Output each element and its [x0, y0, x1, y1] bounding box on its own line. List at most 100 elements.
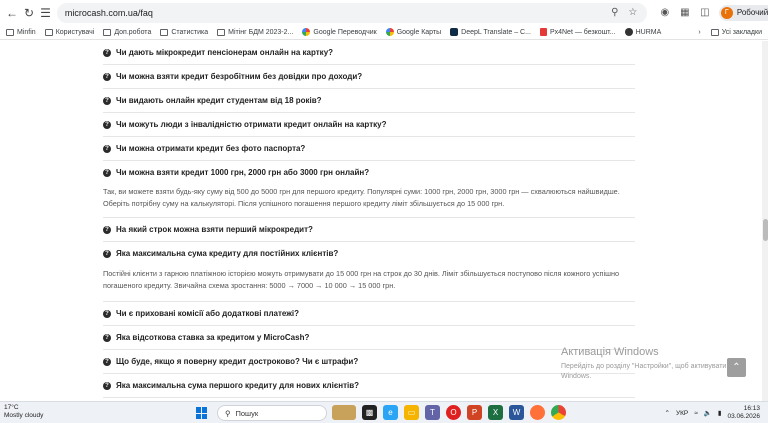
bookmark-item[interactable]: Google Переводчик	[302, 28, 377, 36]
widget-icon[interactable]	[332, 405, 356, 420]
browser-toolbar: ← ↻ ☰ microcash.com.ua/faq ⚲ ☆ ◉ ▦ ◫ Г Р…	[0, 0, 768, 25]
chevron-up-icon[interactable]: ⌃	[664, 409, 669, 417]
windows-activation-watermark: Активація Windows Перейдіть до розділу "…	[561, 346, 731, 382]
bookmark-item[interactable]: Google Карты	[385, 28, 441, 36]
language-indicator[interactable]: УКР	[676, 410, 688, 417]
chevron-up-icon: ⌃	[732, 362, 741, 373]
bookmark-label: DeepL Translate – С...	[461, 28, 531, 36]
address-bar[interactable]: microcash.com.ua/faq ⚲ ☆	[56, 2, 647, 23]
faq-question-text: Чи є приховані комісії або додаткові пла…	[116, 309, 300, 318]
wifi-icon[interactable]: ≈	[694, 410, 698, 417]
faq-item: ? Чи видають онлайн кредит студентам від …	[103, 89, 635, 113]
weather-widget[interactable]: 17°C Mostly cloudy	[4, 404, 43, 420]
bookmark-item[interactable]: Доп.робота	[103, 28, 151, 36]
faq-item: ? Чи можуть люди з інвалідністю отримати …	[103, 113, 635, 137]
chrome-icon[interactable]	[551, 405, 566, 420]
hurma-icon	[624, 28, 633, 36]
bookmark-label: Google Переводчик	[313, 28, 377, 36]
faq-question[interactable]: ? Чи можна взяти кредит 1000 грн, 2000 гр…	[103, 161, 635, 184]
faq-item: ? Яка відсоткова ставка за кредитом у Mic…	[103, 326, 635, 350]
deepl-icon	[450, 28, 459, 36]
profile-label: Робочий	[736, 8, 768, 17]
bookmark-item[interactable]: Мітінг БДМ 2023-2...	[217, 28, 294, 36]
volume-icon[interactable]: 🔈	[704, 409, 712, 417]
watermark-title: Активація Windows	[561, 346, 659, 358]
camera-icon[interactable]: ◉	[659, 7, 671, 19]
folder-icon	[44, 28, 53, 36]
question-icon: ?	[103, 381, 111, 390]
all-bookmarks-button[interactable]: Усі закладки	[710, 28, 762, 36]
bookmark-label: Мітінг БДМ 2023-2...	[228, 28, 294, 36]
faq-question[interactable]: ? Яка відсоткова ставка за кредитом у Mic…	[103, 326, 635, 349]
faq-list: ? Чи дають мікрокредит пенсіонерам онлайн…	[103, 41, 635, 401]
faq-item: ? Чи можна взяти кредит 1000 грн, 2000 гр…	[103, 161, 635, 218]
bookmark-item[interactable]: Статистика	[160, 28, 208, 36]
faq-question-text: Чи видають онлайн кредит студентам від 1…	[116, 96, 322, 105]
profile-button[interactable]: Г Робочий	[718, 4, 768, 21]
clock-date: 03.06.2026	[727, 413, 760, 420]
site-settings-icon[interactable]: ☰	[40, 5, 51, 21]
doc-icon	[160, 28, 169, 36]
faq-question[interactable]: ? Чи дають мікрокредит пенсіонерам онлайн…	[103, 41, 635, 64]
question-icon: ?	[103, 357, 111, 366]
firefox-icon[interactable]	[530, 405, 545, 420]
bookmark-item[interactable]: Px4Net — безкошт...	[539, 28, 616, 36]
bookmark-item[interactable]: HURMA	[624, 28, 661, 36]
task-view-icon[interactable]: ▩	[362, 405, 377, 420]
faq-question[interactable]: ? Чи можна отримати кредит без фото паспо…	[103, 137, 635, 160]
faq-item: ? Яка максимальна сума першого кредиту дл…	[103, 374, 635, 398]
bookmark-item[interactable]: Minfin	[6, 28, 36, 36]
scrollbar[interactable]	[762, 41, 768, 401]
windows-start-icon[interactable]	[196, 407, 208, 419]
extensions-icon[interactable]: ▦	[679, 7, 691, 19]
word-icon[interactable]: W	[509, 405, 524, 420]
question-icon: ?	[103, 249, 111, 258]
weather-temp: 17°C	[4, 404, 19, 411]
teams-icon[interactable]: T	[425, 405, 440, 420]
clock-time: 16:13	[743, 405, 760, 412]
powerpoint-icon[interactable]: P	[467, 405, 482, 420]
bookmark-item[interactable]: DeepL Translate – С...	[450, 28, 531, 36]
bookmark-item[interactable]: Користувачі	[44, 28, 94, 36]
faq-question-text: Чи можна отримати кредит без фото паспор…	[116, 144, 306, 153]
back-icon[interactable]: ←	[6, 5, 18, 21]
folder-icon	[710, 28, 719, 36]
search-label: Пошук	[235, 408, 259, 418]
star-icon[interactable]: ☆	[627, 7, 639, 19]
faq-question[interactable]: ? Чи можна взяти кредит безробітним без д…	[103, 65, 635, 88]
faq-question[interactable]: ? Яка максимальна сума кредиту для постій…	[103, 242, 635, 265]
chevron-right-icon[interactable]: ›	[698, 29, 700, 36]
battery-icon[interactable]: ▮	[718, 409, 722, 417]
faq-question[interactable]: ? Яка максимальна сума першого кредиту дл…	[103, 374, 635, 397]
faq-question-text: Яка відсоткова ставка за кредитом у Micr…	[116, 333, 310, 342]
faq-question-text: Яка максимальна сума кредиту для постійн…	[116, 249, 339, 258]
bookmark-label: Px4Net — безкошт...	[549, 28, 616, 36]
excel-icon[interactable]: X	[488, 405, 503, 420]
weather-desc: Mostly cloudy	[4, 412, 44, 419]
sidepanel-icon[interactable]: ◫	[699, 7, 711, 19]
acrobat-icon	[539, 28, 547, 36]
faq-item: ? Чи можна взяти кредит безробітним без д…	[103, 65, 635, 89]
url-text[interactable]: microcash.com.ua/faq	[65, 8, 603, 18]
faq-question[interactable]: ? На який строк можна взяти перший мікрок…	[103, 218, 635, 241]
faq-question[interactable]: ? Що буде, якщо я поверну кредит достроко…	[103, 350, 635, 373]
taskbar-search[interactable]: ⚲ Пошук	[217, 405, 327, 421]
clock[interactable]: 16:13 03.06.2026	[727, 405, 760, 421]
question-icon: ?	[103, 120, 111, 129]
faq-question[interactable]: ? Чи видають онлайн кредит студентам від …	[103, 89, 635, 112]
file-explorer-icon[interactable]: ▭	[404, 405, 419, 420]
question-icon: ?	[103, 48, 111, 57]
search-icon[interactable]: ⚲	[609, 7, 621, 19]
edge-icon[interactable]: e	[383, 405, 398, 420]
question-icon: ?	[103, 72, 111, 81]
question-icon: ?	[103, 333, 111, 342]
faq-question[interactable]: ? Чи можуть люди з інвалідністю отримати …	[103, 113, 635, 136]
faq-answer: Так, ви можете взяти будь-яку суму від 5…	[103, 187, 620, 208]
all-bookmarks-label: Усі закладки	[721, 28, 762, 36]
scroll-to-top-button[interactable]: ⌃	[727, 358, 746, 377]
scrollbar-thumb[interactable]	[763, 219, 768, 241]
question-icon: ?	[103, 144, 111, 153]
reload-icon[interactable]: ↻	[24, 5, 34, 21]
faq-question[interactable]: ? Чи є приховані комісії або додаткові пл…	[103, 302, 635, 325]
opera-icon[interactable]: O	[446, 405, 461, 420]
